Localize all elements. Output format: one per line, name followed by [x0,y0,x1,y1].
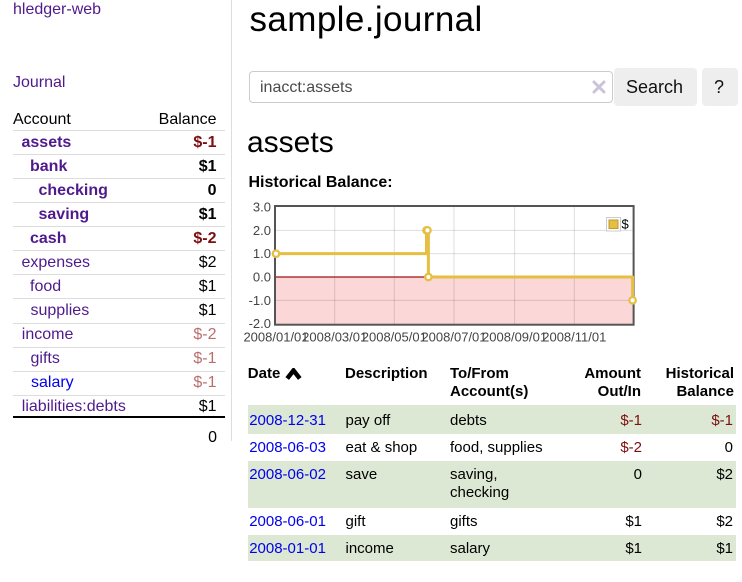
svg-text:2008/11/01: 2008/11/01 [542,330,606,345]
svg-text:$: $ [622,217,630,232]
svg-text:2008/03/01: 2008/03/01 [302,330,367,345]
svg-text:0.0: 0.0 [253,270,271,285]
svg-text:2008/09/01: 2008/09/01 [482,330,547,345]
svg-text:2.0: 2.0 [253,223,271,238]
svg-text:-1.0: -1.0 [249,293,271,308]
svg-text:1.0: 1.0 [253,246,271,261]
svg-text:2008/05/01: 2008/05/01 [362,330,427,345]
svg-text:3.0: 3.0 [253,200,271,215]
svg-text:2008/01/01: 2008/01/01 [243,330,308,345]
svg-text:2008/07/01: 2008/07/01 [421,330,486,345]
